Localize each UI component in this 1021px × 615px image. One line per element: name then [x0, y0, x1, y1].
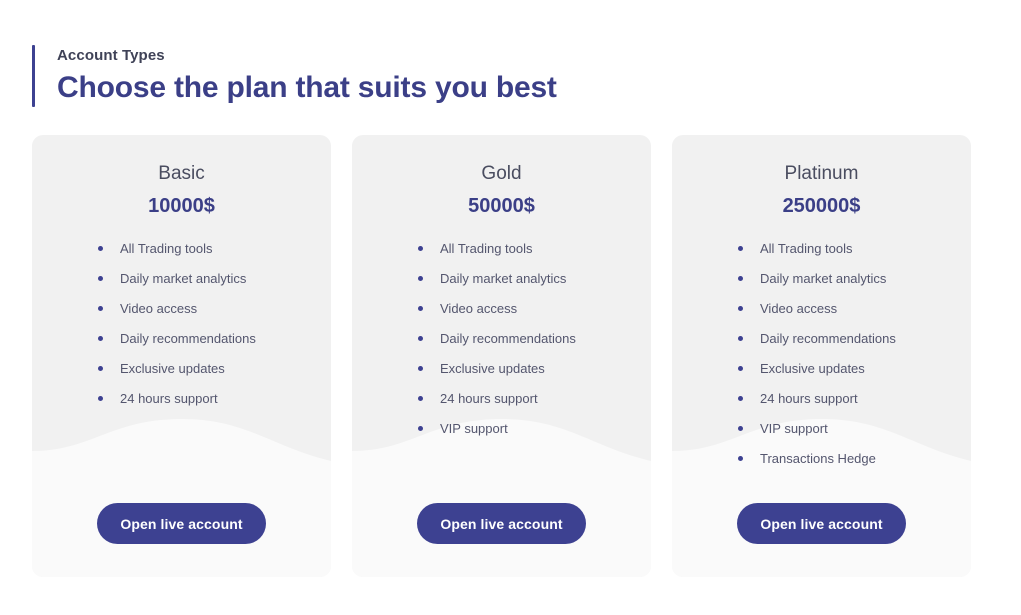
bullet-icon — [98, 306, 103, 311]
plan-feature-label: Transactions Hedge — [760, 451, 876, 466]
bullet-icon — [738, 276, 743, 281]
section-header: Account Types Choose the plan that suits… — [32, 45, 557, 107]
plan-price: 10000$ — [148, 195, 215, 217]
bullet-icon — [738, 366, 743, 371]
plan-feature-label: Video access — [760, 301, 838, 316]
plan-feature-label: 24 hours support — [120, 391, 218, 406]
plan-feature-label: Daily recommendations — [120, 331, 256, 346]
pricing-card-basic: Basic 10000$ All Trading tools Daily mark… — [32, 135, 331, 577]
bullet-icon — [418, 366, 423, 371]
pricing-card-platinum: Platinum 250000$ All Trading tools Daily … — [672, 135, 971, 577]
plan-feature-label: Video access — [440, 301, 518, 316]
plan-feature-item: 24 hours support — [418, 391, 651, 407]
bullet-icon — [418, 426, 423, 431]
plan-name: Basic — [158, 163, 205, 184]
plan-feature-item: VIP support — [738, 421, 971, 437]
pricing-card-gold: Gold 50000$ All Trading tools Daily marke… — [352, 135, 651, 577]
plan-feature-item: 24 hours support — [98, 391, 331, 407]
plan-feature-item: 24 hours support — [738, 391, 971, 407]
plan-feature-list: All Trading tools Daily market analytics V… — [32, 241, 331, 407]
plan-feature-item: Exclusive updates — [418, 361, 651, 377]
bullet-icon — [98, 246, 103, 251]
bullet-icon — [738, 246, 743, 251]
header-text-group: Account Types Choose the plan that suits… — [57, 45, 557, 107]
plan-feature-label: Daily recommendations — [440, 331, 576, 346]
plan-feature-item: Daily recommendations — [738, 331, 971, 347]
bullet-icon — [738, 426, 743, 431]
header-accent-bar — [32, 45, 35, 107]
plan-feature-item: VIP support — [418, 421, 651, 437]
bullet-icon — [738, 336, 743, 341]
plan-feature-item: Daily market analytics — [418, 271, 651, 287]
bullet-icon — [98, 336, 103, 341]
bullet-icon — [418, 396, 423, 401]
plan-feature-label: Daily market analytics — [440, 271, 567, 286]
plan-feature-item: Exclusive updates — [738, 361, 971, 377]
plan-feature-list: All Trading tools Daily market analytics V… — [672, 241, 971, 467]
plan-feature-label: Daily recommendations — [760, 331, 896, 346]
plan-price: 50000$ — [468, 195, 535, 217]
plan-price: 250000$ — [782, 195, 861, 217]
plan-feature-label: Daily market analytics — [760, 271, 887, 286]
plan-feature-label: All Trading tools — [120, 241, 213, 256]
bullet-icon — [418, 306, 423, 311]
plan-cta-wrap: Open live account — [352, 503, 651, 544]
open-live-account-button[interactable]: Open live account — [417, 503, 586, 544]
bullet-icon — [418, 336, 423, 341]
bullet-icon — [738, 396, 743, 401]
plan-feature-item: Daily recommendations — [418, 331, 651, 347]
plan-feature-item: All Trading tools — [738, 241, 971, 257]
plan-feature-label: 24 hours support — [760, 391, 858, 406]
plan-feature-item: Daily market analytics — [98, 271, 331, 287]
plan-feature-label: VIP support — [440, 421, 508, 436]
open-live-account-button[interactable]: Open live account — [97, 503, 266, 544]
plan-cta-wrap: Open live account — [32, 503, 331, 544]
plan-feature-label: All Trading tools — [440, 241, 533, 256]
plan-feature-item: Video access — [98, 301, 331, 317]
pricing-page: Account Types Choose the plan that suits… — [0, 0, 1021, 615]
bullet-icon — [98, 276, 103, 281]
plan-feature-item: Video access — [738, 301, 971, 317]
plan-name: Gold — [481, 163, 522, 184]
bullet-icon — [418, 246, 423, 251]
bullet-icon — [738, 306, 743, 311]
pricing-cards-row: Basic 10000$ All Trading tools Daily mark… — [32, 135, 971, 577]
plan-feature-item: All Trading tools — [418, 241, 651, 257]
plan-feature-label: Daily market analytics — [120, 271, 247, 286]
plan-cta-wrap: Open live account — [672, 503, 971, 544]
plan-feature-label: Exclusive updates — [440, 361, 545, 376]
plan-feature-item: Exclusive updates — [98, 361, 331, 377]
plan-feature-label: Video access — [120, 301, 198, 316]
plan-feature-item: Daily recommendations — [98, 331, 331, 347]
plan-feature-item: All Trading tools — [98, 241, 331, 257]
plan-feature-label: VIP support — [760, 421, 828, 436]
plan-feature-item: Transactions Hedge — [738, 451, 971, 467]
plan-feature-label: Exclusive updates — [120, 361, 225, 376]
page-title: Choose the plan that suits you best — [57, 71, 557, 104]
bullet-icon — [98, 396, 103, 401]
open-live-account-button[interactable]: Open live account — [737, 503, 906, 544]
plan-feature-label: Exclusive updates — [760, 361, 865, 376]
bullet-icon — [738, 456, 743, 461]
plan-feature-label: 24 hours support — [440, 391, 538, 406]
plan-feature-list: All Trading tools Daily market analytics V… — [352, 241, 651, 437]
bullet-icon — [418, 276, 423, 281]
plan-name: Platinum — [784, 163, 859, 184]
plan-feature-item: Video access — [418, 301, 651, 317]
section-eyebrow: Account Types — [57, 47, 165, 64]
plan-feature-label: All Trading tools — [760, 241, 853, 256]
plan-feature-item: Daily market analytics — [738, 271, 971, 287]
bullet-icon — [98, 366, 103, 371]
